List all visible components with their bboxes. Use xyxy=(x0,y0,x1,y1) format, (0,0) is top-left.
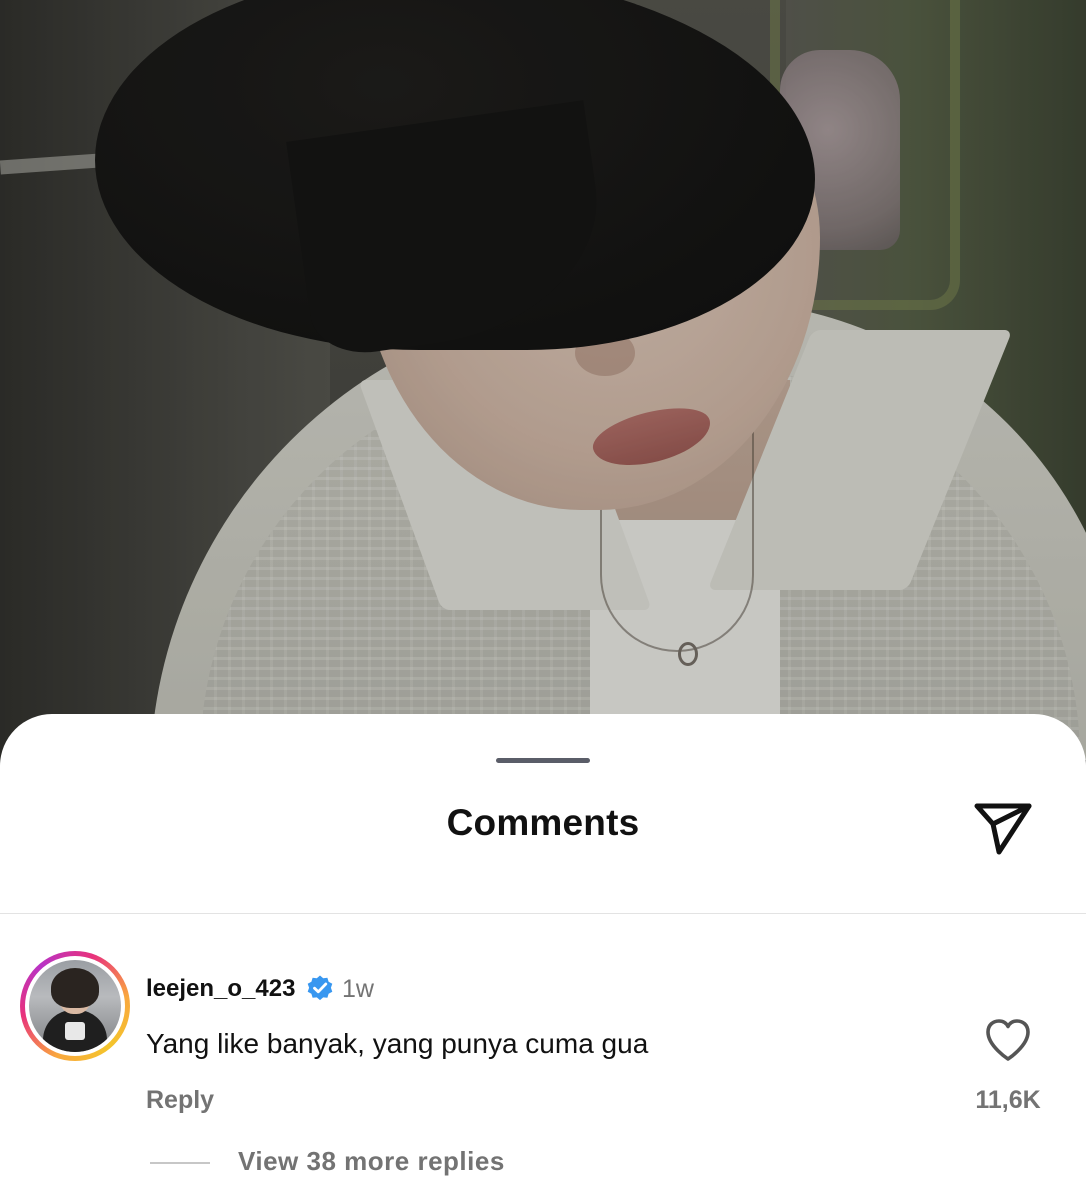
drag-handle[interactable] xyxy=(496,758,590,763)
sheet-title: Comments xyxy=(446,802,640,843)
heart-icon[interactable] xyxy=(984,1017,1032,1063)
avatar[interactable] xyxy=(20,951,130,1061)
avatar-image xyxy=(29,960,121,1052)
avatar-border xyxy=(25,956,125,1056)
comment-username[interactable]: leejen_o_423 xyxy=(146,975,295,1003)
reply-button[interactable]: Reply xyxy=(146,1086,214,1115)
send-icon xyxy=(974,803,1032,855)
avatar-shirt-print xyxy=(65,1022,85,1040)
share-button[interactable] xyxy=(968,794,1038,864)
comment-item: leejen_o_423 1w Yang like banyak, yang p… xyxy=(0,914,1086,1200)
replies-divider xyxy=(150,1162,210,1164)
photo-dim-overlay xyxy=(0,0,1086,760)
comment-text: Yang like banyak, yang punya cuma gua xyxy=(146,1028,649,1059)
verified-badge-icon xyxy=(307,975,333,1001)
avatar-hair xyxy=(51,968,99,1008)
like-count: 11,6K xyxy=(975,1086,1041,1114)
post-photo xyxy=(0,0,1086,760)
comments-sheet: Comments leejen_o_423 1w Yang like banya… xyxy=(0,714,1086,1200)
view-replies-button[interactable]: View 38 more replies xyxy=(238,1146,505,1177)
comment-timestamp: 1w xyxy=(342,975,374,1003)
